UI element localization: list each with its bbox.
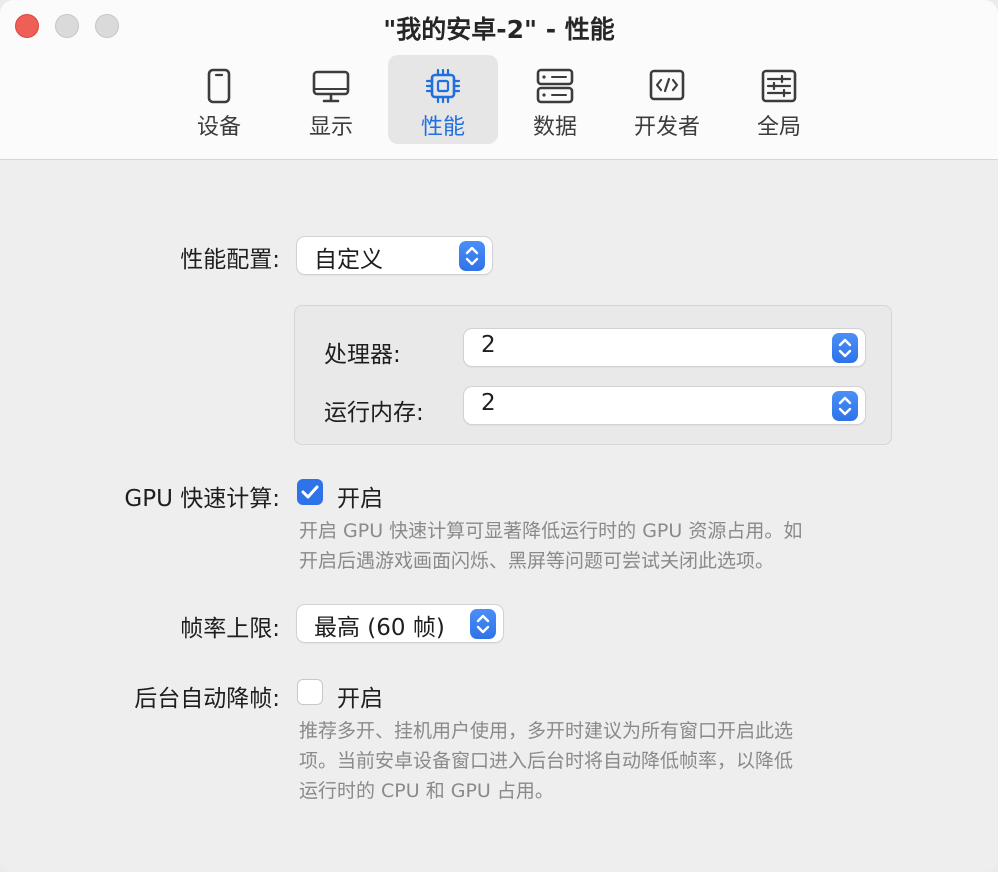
sliders-icon: [761, 69, 797, 103]
tab-display-label: 显示: [308, 115, 353, 140]
chevron-updown-icon: [832, 333, 858, 363]
memory-select[interactable]: 2: [464, 387, 865, 424]
server-icon: [536, 68, 574, 104]
tab-device[interactable]: 设备: [164, 55, 274, 144]
bg-help-line: 推荐多开、挂机用户使用，多开时建议为所有窗口开启此选: [299, 720, 794, 742]
tab-data-label: 数据: [532, 115, 577, 140]
cpu-icon: [425, 68, 461, 104]
toolbar: "我的安卓-2" - 性能 设备 显示 性能 数据 开发者 全局: [0, 0, 998, 160]
bg-checkbox[interactable]: [297, 679, 323, 705]
tab-data[interactable]: 数据: [500, 55, 610, 144]
fps-label: 帧率上限:: [180, 616, 280, 642]
tab-display[interactable]: 显示: [276, 55, 386, 144]
bg-help-line: 项。当前安卓设备窗口进入后台时将自动降低帧率，以降低: [299, 750, 794, 772]
gpu-checkbox[interactable]: [297, 479, 323, 505]
gpu-label: GPU 快速计算:: [124, 486, 280, 512]
bg-help-line: 运行时的 CPU 和 GPU 占用。: [299, 780, 554, 802]
gpu-checkbox-label[interactable]: 开启: [337, 479, 383, 513]
cpu-label: 处理器:: [324, 342, 401, 368]
gpu-help-line: 开启 GPU 快速计算可显著降低运行时的 GPU 资源占用。如: [299, 520, 803, 542]
fps-select-value: 最高 (60 帧): [314, 615, 445, 641]
memory-label: 运行内存:: [324, 400, 424, 426]
tab-developer-label: 开发者: [633, 115, 700, 140]
chevron-updown-icon: [832, 391, 858, 421]
profile-select-value: 自定义: [314, 247, 383, 273]
cpu-select-value: 2: [481, 332, 496, 358]
tab-global[interactable]: 全局: [724, 55, 834, 144]
preferences-window: "我的安卓-2" - 性能 设备 显示 性能 数据 开发者 全局 性能配置: 自…: [0, 0, 998, 872]
chevron-updown-icon: [470, 609, 496, 639]
phone-icon: [207, 68, 231, 104]
code-icon: [649, 69, 685, 101]
chevron-updown-icon: [459, 241, 485, 271]
tab-device-label: 设备: [196, 115, 241, 140]
cpu-select[interactable]: 2: [464, 329, 865, 366]
profile-select[interactable]: 自定义: [297, 237, 492, 274]
tab-global-label: 全局: [756, 115, 801, 140]
profile-label: 性能配置:: [180, 247, 280, 273]
monitor-icon: [312, 70, 350, 103]
tab-performance-label: 性能: [420, 115, 465, 140]
window-title: "我的安卓-2" - 性能: [383, 15, 615, 44]
memory-select-value: 2: [481, 390, 496, 416]
gpu-help-text: 开启 GPU 快速计算可显著降低运行时的 GPU 资源占用。如 开启后遇游戏画面…: [299, 516, 899, 576]
fps-select[interactable]: 最高 (60 帧): [297, 605, 503, 642]
bg-checkbox-label[interactable]: 开启: [337, 679, 383, 713]
checkmark-icon: [301, 485, 319, 499]
bg-help-text: 推荐多开、挂机用户使用，多开时建议为所有窗口开启此选 项。当前安卓设备窗口进入后…: [299, 716, 899, 806]
gpu-help-line: 开启后遇游戏画面闪烁、黑屏等问题可尝试关闭此选项。: [299, 550, 775, 572]
tab-developer[interactable]: 开发者: [612, 55, 722, 144]
tab-performance[interactable]: 性能: [388, 55, 498, 144]
bg-label: 后台自动降帧:: [134, 686, 280, 712]
